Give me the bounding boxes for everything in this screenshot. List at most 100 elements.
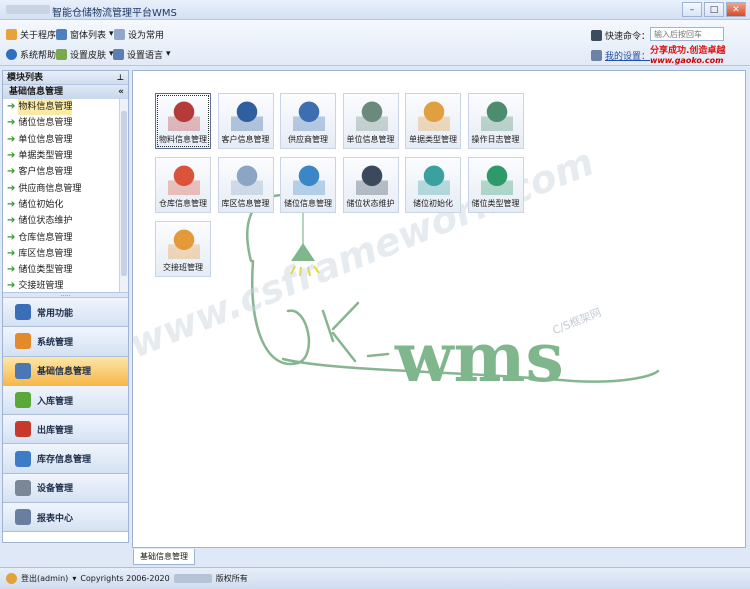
module-tile[interactable]: 交接班管理 [155, 221, 211, 277]
about-button[interactable]: 关于程序 [6, 27, 56, 41]
nav-button[interactable]: 报表中心 [3, 503, 128, 533]
tree-item[interactable]: ➔ 储位状态维护 [3, 213, 128, 229]
minimize-button[interactable]: – [682, 2, 702, 17]
window-list-icon [56, 28, 67, 40]
module-group-header[interactable]: 基础信息管理 « [3, 85, 128, 99]
nav-button[interactable]: 设备管理 [3, 473, 128, 504]
collapse-icon[interactable]: « [118, 85, 124, 99]
tree-item[interactable]: ➔ 库区信息管理 [3, 246, 128, 262]
window-controls: – □ ✕ [682, 2, 746, 17]
tree-item[interactable]: ➔ 储位类型管理 [3, 262, 128, 278]
module-tile[interactable]: 储位状态维护 [342, 157, 399, 213]
module-tile[interactable]: 储位信息管理 [280, 157, 336, 213]
settings-person-icon [591, 49, 602, 61]
tree-item-label: 客户信息管理 [18, 167, 73, 178]
help-button[interactable]: 系统帮助 [6, 47, 56, 61]
tree-item-label: 物料信息管理 [18, 99, 73, 116]
module-tree: ➔ 物料信息管理 ➔ 储位信息管理 ➔ 单位信息管理 ➔ 单据类型管理 ➔ 客户信息管理 ➔ 供应商信… [3, 99, 128, 292]
quick-command: 快速命令： [591, 28, 650, 42]
arrow-icon: ➔ [7, 231, 16, 243]
module-tile[interactable]: 客户信息管理 [217, 93, 274, 149]
clipboard-icon [418, 99, 450, 131]
nav-button[interactable]: 常用功能 [3, 298, 128, 328]
logout-button[interactable]: 登出(admin) [21, 573, 68, 584]
tree-item-label: 单据类型管理 [18, 151, 73, 162]
close-button[interactable]: ✕ [726, 2, 746, 17]
tree-item[interactable]: ➔ 储位初始化 [3, 197, 128, 213]
tree-item[interactable]: ➔ 供应商信息管理 [3, 180, 128, 196]
quick-command-input[interactable] [650, 27, 724, 41]
nav-button-label: 基础信息管理 [37, 367, 92, 378]
blurred-brand [6, 5, 50, 14]
zone-icon [230, 163, 263, 195]
module-tile[interactable]: 储位初始化 [405, 157, 461, 213]
arrow-icon: ➔ [7, 117, 16, 129]
status-bar: 登出(admin) ▾ Copyrights 2006-2020 版权所有 [0, 567, 750, 589]
tree-item[interactable]: ➔ 仓库信息管理 [3, 229, 128, 245]
module-tile-label: 物料信息管理 [159, 135, 207, 144]
pin-icon[interactable]: ⊥ [117, 71, 124, 85]
nav-button[interactable]: 库存信息管理 [3, 444, 128, 474]
module-tile-label: 供应商管理 [288, 135, 328, 144]
arrow-icon: ➔ [7, 280, 16, 292]
window-list-button[interactable]: 窗体列表 ▾ [56, 27, 114, 41]
tree-item[interactable]: ➔ 物料信息管理 [3, 99, 128, 116]
module-panel-header: 模块列表 ⊥ [3, 71, 128, 85]
arrow-icon: ➔ [7, 198, 16, 210]
module-content: wms www.csframework.com C/S框架网 物料信息管理 客户信… [132, 70, 746, 548]
magnifier-doc-icon [15, 362, 31, 379]
language-icon [113, 48, 124, 60]
tree-item[interactable]: ➔ 交接班管理 [3, 278, 128, 292]
scroll-thumb[interactable] [121, 111, 127, 276]
tree-item[interactable]: ➔ 单据类型管理 [3, 148, 128, 164]
help-icon [6, 48, 17, 60]
chevron-down-icon: ▾ [72, 574, 77, 583]
inbound-icon [15, 392, 31, 409]
pin-icon [114, 28, 125, 40]
tree-item[interactable]: ➔ 单位信息管理 [3, 132, 128, 148]
title-bar: 智能仓储物流管理平台WMS – □ ✕ [0, 0, 750, 20]
tree-item[interactable]: ➔ 客户信息管理 [3, 164, 128, 180]
nav-button[interactable]: 入库管理 [3, 385, 128, 416]
maintenance-icon [355, 163, 388, 195]
nav-button-label: 入库管理 [37, 396, 74, 407]
gear-flower-icon [15, 333, 31, 350]
my-settings-link[interactable]: 我的设置： [591, 48, 650, 62]
init-gear-icon [418, 163, 450, 195]
module-tile-label: 储位初始化 [413, 199, 453, 208]
module-tile-label: 交接班管理 [163, 263, 203, 272]
module-tile[interactable]: 储位类型管理 [467, 157, 524, 213]
nav-button[interactable]: 基础信息管理 [3, 356, 128, 386]
nav-button[interactable]: 出库管理 [3, 415, 128, 445]
shift-icon [168, 227, 200, 259]
warehouse-icon [168, 163, 200, 195]
module-tile-label: 单位信息管理 [346, 135, 395, 144]
tree-item-label: 储位类型管理 [18, 265, 73, 276]
tab-basic-info[interactable]: 基础信息管理 [133, 549, 195, 565]
arrow-icon: ➔ [7, 264, 16, 276]
tree-item[interactable]: ➔ 储位信息管理 [3, 115, 128, 131]
command-icon [591, 29, 602, 41]
module-tile[interactable]: 库区信息管理 [217, 157, 274, 213]
report-icon [15, 509, 31, 526]
module-tile[interactable]: 单据类型管理 [405, 93, 461, 149]
module-tile[interactable]: 供应商管理 [280, 93, 336, 149]
user-icon [6, 573, 17, 584]
nav-button-label: 系统管理 [37, 337, 74, 348]
set-common-button[interactable]: 设为常用 [114, 27, 164, 41]
module-tile[interactable]: 操作日志管理 [467, 93, 524, 149]
maximize-button[interactable]: □ [704, 2, 724, 17]
skin-button[interactable]: 设置皮肤 ▾ [56, 47, 114, 61]
tree-item-label: 储位信息管理 [18, 118, 73, 129]
module-tile[interactable]: 单位信息管理 [342, 93, 399, 149]
promo-logo: 分享成功.创造卓越 www.gaoko.com [650, 46, 726, 65]
language-button[interactable]: 设置语言 ▾ [113, 47, 171, 61]
arrow-icon: ➔ [7, 215, 16, 227]
module-tile[interactable]: 物料信息管理 [155, 93, 211, 149]
nav-button-label: 常用功能 [37, 308, 74, 319]
module-tile[interactable]: 仓库信息管理 [155, 157, 211, 213]
tree-scrollbar[interactable] [119, 99, 128, 292]
nav-button[interactable]: 系统管理 [3, 327, 128, 357]
tree-item-label: 供应商信息管理 [18, 183, 82, 194]
nav-button-label: 库存信息管理 [37, 455, 92, 466]
